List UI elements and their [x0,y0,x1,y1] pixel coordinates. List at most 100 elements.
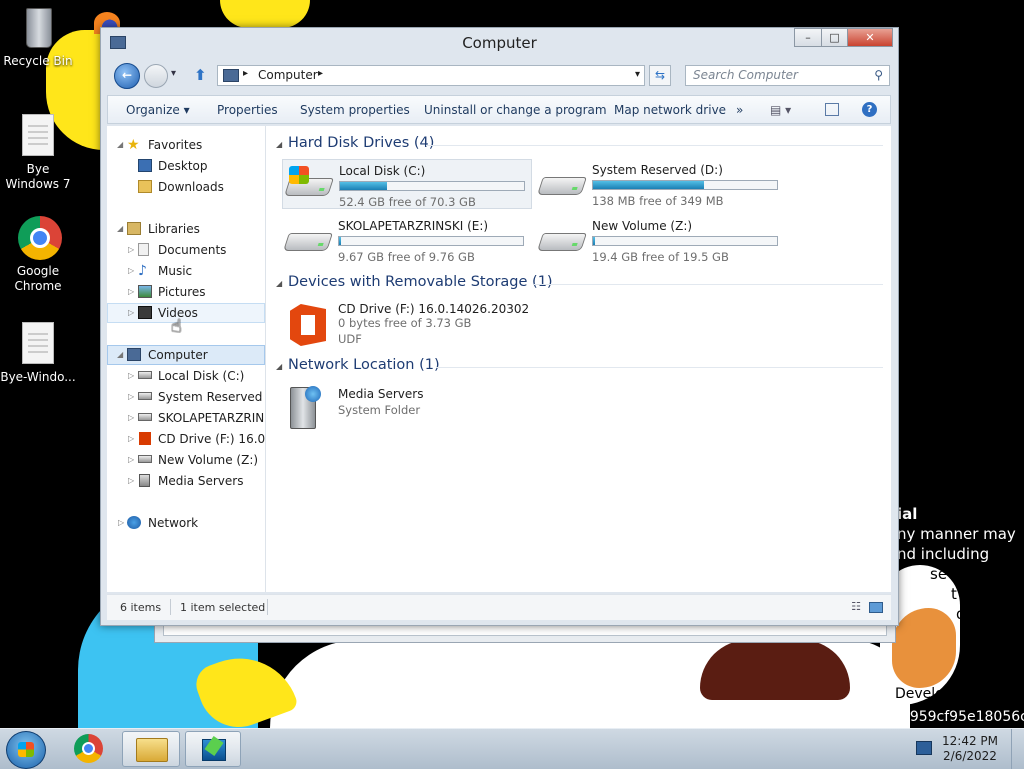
videos-icon [138,306,152,319]
drive-free-space: 138 MB free of 349 MB [592,194,724,208]
nav-item-new-volume[interactable]: ▷ New Volume (Z:) [107,450,265,470]
back-button[interactable]: ← [114,63,140,89]
nav-item-cd-drive[interactable]: ▷ CD Drive (F:) 16.0.14 [107,429,265,449]
refresh-icon: ⇆ [654,68,666,82]
nav-item-pictures[interactable]: ▷ Pictures [107,282,265,302]
taskbar-app[interactable] [185,731,241,767]
maximize-button[interactable]: □ [821,28,848,47]
group-collapse-icon[interactable]: ◢ [276,279,282,288]
nav-item-system-reserved[interactable]: ▷ System Reserved (D: [107,387,265,407]
content-pane[interactable]: ◢ Hard Disk Drives (4) Local Disk (C:) 5… [266,126,891,592]
close-button[interactable]: ✕ [847,28,893,47]
cd-drive-name: CD Drive (F:) 16.0.14026.20302 [338,302,530,316]
up-arrow-icon: ⬆ [194,66,207,84]
breadcrumb-separator[interactable]: ▸ [318,68,323,79]
expand-arrow-icon[interactable]: ▷ [128,282,134,302]
more-commands-button[interactable]: » [736,103,743,117]
group-collapse-icon[interactable]: ◢ [276,140,282,149]
nav-item-desktop[interactable]: Desktop [107,156,265,176]
properties-button[interactable]: Properties [217,103,278,117]
search-box[interactable]: Search Computer ⚲ [685,65,890,86]
expand-arrow-icon[interactable]: ▷ [128,450,134,470]
drive-tile-cd[interactable]: CD Drive (F:) 16.0.14026.20302 0 bytes f… [282,298,532,354]
libraries-icon [127,222,141,235]
nav-item-videos[interactable]: ▷ Videos [107,303,265,323]
expand-arrow-icon[interactable]: ▷ [128,408,134,428]
recent-pages-dropdown[interactable]: ▾ [171,68,176,79]
address-dropdown-icon[interactable]: ▾ [635,69,640,80]
desktop-icon-bye-windows-7[interactable]: Bye Windows 7 [0,114,76,192]
documents-icon [138,243,149,256]
drive-tile-new-volume[interactable]: New Volume (Z:) 19.4 GB free of 19.5 GB [536,215,786,265]
expand-arrow-icon[interactable]: ▷ [128,303,134,323]
expand-arrow-icon[interactable]: ▷ [128,387,134,407]
minimize-button[interactable]: – [794,28,822,47]
status-bar: 6 items 1 item selected ☷ [107,594,891,620]
up-button[interactable]: ⬆ [194,66,207,84]
expand-arrow-icon[interactable]: ▷ [128,366,134,386]
refresh-button[interactable]: ⇆ [649,65,671,86]
document-icon [18,322,58,366]
collapse-arrow-icon[interactable]: ◢ [117,345,123,365]
hard-drive-icon [537,229,587,255]
expand-arrow-icon[interactable]: ▷ [118,513,124,533]
nav-item-libraries[interactable]: ◢ Libraries [107,219,265,239]
nav-item-documents[interactable]: ▷ Documents [107,240,265,260]
cd-free-space: 0 bytes free of 3.73 GB [338,316,472,330]
collapse-arrow-icon[interactable]: ◢ [117,135,123,155]
group-header-network[interactable]: Network Location (1) [288,357,440,373]
nav-item-downloads[interactable]: Downloads [107,177,265,197]
preview-pane-button[interactable] [825,103,839,116]
expand-arrow-icon[interactable]: ▷ [128,261,134,281]
nav-item-skola[interactable]: ▷ SKOLAPETARZRINSI [107,408,265,428]
expand-arrow-icon[interactable]: ▷ [128,240,134,260]
uninstall-program-button[interactable]: Uninstall or change a program [424,103,607,117]
network-status-icon[interactable] [916,741,932,755]
star-icon: ★ [127,137,140,153]
explorer-window[interactable]: Computer – □ ✕ ← ▾ ⬆ ▸ Computer ▸ ▾ ⇆ Se… [100,27,899,626]
group-collapse-icon[interactable]: ◢ [276,362,282,371]
expand-arrow-icon[interactable]: ▷ [128,471,134,491]
taskbar-file-explorer[interactable] [122,731,180,767]
group-header-removable[interactable]: Devices with Removable Storage (1) [288,274,553,290]
expand-arrow-icon[interactable]: ▷ [128,429,134,449]
system-properties-button[interactable]: System properties [300,103,410,117]
desktop-icon-recycle-bin[interactable]: Recycle Bin [0,6,76,69]
desktop-icon-bye-windows-doc[interactable]: Bye-Windo... [0,322,76,385]
nav-item-favorites[interactable]: ◢ ★ Favorites [107,135,265,155]
nav-item-local-disk[interactable]: ▷ Local Disk (C:) [107,366,265,386]
hard-drive-icon [283,229,333,255]
desktop-icon-google-chrome[interactable]: Google Chrome [0,216,76,294]
change-view-button[interactable]: ▤ ▾ [770,103,791,117]
drive-tile-local-disk[interactable]: Local Disk (C:) 52.4 GB free of 70.3 GB [282,159,532,209]
clock[interactable]: 12:42 PM 2/6/2022 [942,734,998,764]
drive-tile-system-reserved[interactable]: System Reserved (D:) 138 MB free of 349 … [536,159,786,209]
nav-item-music[interactable]: ▷ ♪ Music [107,261,265,281]
breadcrumb-separator[interactable]: ▸ [243,68,248,79]
help-icon[interactable]: ? [862,102,877,117]
desktop-icon [138,159,152,172]
forward-button[interactable] [144,64,168,88]
show-desktop-button[interactable] [1011,729,1024,769]
nav-item-media-servers[interactable]: ▷ Media Servers [107,471,265,491]
address-bar[interactable]: ▸ Computer ▸ ▾ [217,65,645,86]
nav-item-computer[interactable]: ◢ Computer [107,345,265,365]
taskbar-chrome[interactable] [62,731,116,767]
start-button[interactable] [6,731,46,769]
drive-name: New Volume (Z:) [592,219,693,233]
nav-item-network[interactable]: ▷ Network [107,513,265,533]
details-view-icon[interactable]: ☷ [851,600,861,613]
wallpaper-orange-shape [892,608,956,688]
drive-tile-skola[interactable]: SKOLAPETARZRINSKI (E:) 9.67 GB free of 9… [282,215,532,265]
network-location-media-servers[interactable]: Media Servers System Folder [282,383,532,433]
collapse-arrow-icon[interactable]: ◢ [117,219,123,239]
search-icon[interactable]: ⚲ [874,68,883,82]
group-header-hard-disks[interactable]: Hard Disk Drives (4) [288,135,434,151]
map-network-drive-button[interactable]: Map network drive [614,103,726,117]
large-icons-view-icon[interactable] [869,602,883,613]
navigation-pane[interactable]: ◢ ★ Favorites Desktop Downloads ◢ Librar… [107,126,266,592]
drive-usage-bar [592,236,778,246]
organize-menu[interactable]: Organize ▾ [126,103,190,117]
breadcrumb-computer[interactable]: Computer [258,68,318,82]
search-input[interactable]: Search Computer [693,68,798,82]
